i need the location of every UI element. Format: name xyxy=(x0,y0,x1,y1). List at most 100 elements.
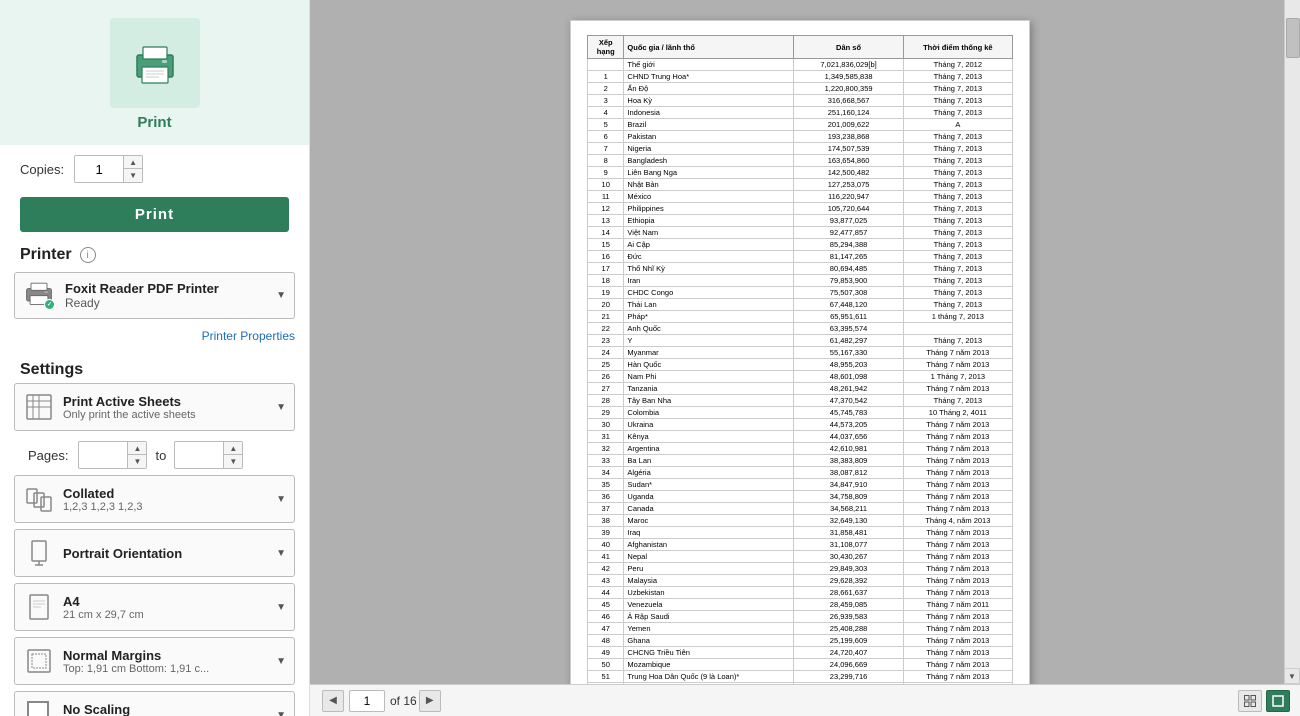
table-cell: Tháng 7, 2013 xyxy=(903,251,1012,263)
table-cell: 34,568,211 xyxy=(794,503,903,515)
print-title: Print xyxy=(137,114,171,131)
table-cell: CHCNG Triều Tiên xyxy=(624,647,794,659)
printer-status: Ready xyxy=(65,296,272,310)
table-cell: 26,939,583 xyxy=(794,611,903,623)
paper-size-text: A4 21 cm x 29,7 cm xyxy=(63,594,272,621)
table-cell: 1,220,800,359 xyxy=(794,83,903,95)
nav-next-button[interactable]: ▶ xyxy=(419,690,441,712)
nav-prev-button[interactable]: ◀ xyxy=(322,690,344,712)
pages-to-input[interactable] xyxy=(175,443,223,467)
table-cell: 79,853,900 xyxy=(794,275,903,287)
table-cell: 47,370,542 xyxy=(794,395,903,407)
nav-single-view-button[interactable] xyxy=(1266,690,1290,712)
table-cell: 142,500,482 xyxy=(794,167,903,179)
table-cell: Tháng 7, 2013 xyxy=(903,131,1012,143)
table-cell: CHND Trung Hoa* xyxy=(624,71,794,83)
table-cell: Tháng 7 năm 2013 xyxy=(903,479,1012,491)
table-cell: Uganda xyxy=(624,491,794,503)
nav-grid-view-button[interactable] xyxy=(1238,690,1262,712)
table-row: 42Peru29,849,303Tháng 7 năm 2013 xyxy=(588,563,1013,575)
table-cell: Bangladesh xyxy=(624,155,794,167)
printer-select-dropdown[interactable]: Foxit Reader PDF Printer Ready ▼ xyxy=(14,272,295,319)
table-cell: 81,147,265 xyxy=(794,251,903,263)
printer-name: Foxit Reader PDF Printer xyxy=(65,281,272,296)
table-row: 30Ukraina44,573,205Tháng 7 năm 2013 xyxy=(588,419,1013,431)
scrollbar-thumb[interactable] xyxy=(1286,18,1300,58)
table-cell: 42,610,981 xyxy=(794,443,903,455)
table-cell: 28,459,085 xyxy=(794,599,903,611)
paper-size-sub: 21 cm x 29,7 cm xyxy=(63,609,272,621)
table-cell: Indonesia xyxy=(624,107,794,119)
table-cell: 2 xyxy=(588,83,624,95)
setting-print-active-sheets[interactable]: Print Active Sheets Only print the activ… xyxy=(14,383,295,431)
print-button[interactable]: Print xyxy=(20,197,289,232)
printer-info-icon[interactable]: i xyxy=(80,247,96,263)
pages-to-spin-up[interactable]: ▲ xyxy=(224,442,242,455)
copies-spin-up[interactable]: ▲ xyxy=(124,156,142,169)
pages-from-spin-up[interactable]: ▲ xyxy=(128,442,146,455)
table-cell: 93,877,025 xyxy=(794,215,903,227)
copies-input[interactable] xyxy=(75,156,123,182)
settings-area: Print Active Sheets Only print the activ… xyxy=(0,383,309,716)
table-row: 14Việt Nam92,477,857Tháng 7, 2013 xyxy=(588,227,1013,239)
table-cell: 31 xyxy=(588,431,624,443)
table-cell: Ethiopia xyxy=(624,215,794,227)
table-cell: Việt Nam xyxy=(624,227,794,239)
table-cell: 43 xyxy=(588,575,624,587)
table-cell: Kênya xyxy=(624,431,794,443)
table-cell: CHDC Congo xyxy=(624,287,794,299)
collated-icon xyxy=(23,483,55,515)
table-cell: 50 xyxy=(588,659,624,671)
setting-paper-size[interactable]: A4 21 cm x 29,7 cm ▼ xyxy=(14,583,295,631)
pages-from-input[interactable] xyxy=(79,443,127,467)
copies-row: Copies: ▲ ▼ xyxy=(0,145,309,189)
setting-collated[interactable]: Collated 1,2,3 1,2,3 1,2,3 ▼ xyxy=(14,475,295,523)
table-cell: Brazil xyxy=(624,119,794,131)
table-cell: Tháng 7, 2013 xyxy=(903,227,1012,239)
table-cell: Hoa Kỳ xyxy=(624,95,794,107)
table-cell: Tháng 7 năm 2011 xyxy=(903,599,1012,611)
table-cell: Tháng 7, 2013 xyxy=(903,203,1012,215)
table-cell: 10 Tháng 2, 4011 xyxy=(903,407,1012,419)
table-cell: Nigeria xyxy=(624,143,794,155)
left-panel: Print Copies: ▲ ▼ Print Printer i xyxy=(0,0,310,716)
setting-portrait[interactable]: Portrait Orientation ▼ xyxy=(14,529,295,577)
setting-scaling[interactable]: 100 No Scaling Print sheets at their act… xyxy=(14,691,295,716)
nav-right-icons xyxy=(1238,690,1290,712)
table-cell: Tháng 7 năm 2013 xyxy=(903,419,1012,431)
table-row: 19CHDC Congo75,507,308Tháng 7, 2013 xyxy=(588,287,1013,299)
table-cell: 16 xyxy=(588,251,624,263)
table-cell: Tháng 7, 2013 xyxy=(903,239,1012,251)
table-cell: Tháng 7 năm 2013 xyxy=(903,455,1012,467)
scroll-arrow-bottom[interactable]: ▼ xyxy=(1284,668,1300,684)
right-scrollbar[interactable] xyxy=(1284,0,1300,684)
pages-to-spin-down[interactable]: ▼ xyxy=(224,455,242,468)
table-cell: Tháng 7 năm 2013 xyxy=(903,359,1012,371)
table-cell: 48,261,942 xyxy=(794,383,903,395)
table-cell: 46 xyxy=(588,611,624,623)
setting-margins[interactable]: Normal Margins Top: 1,91 cm Bottom: 1,91… xyxy=(14,637,295,685)
collated-main: Collated xyxy=(63,486,272,501)
table-cell: 24 xyxy=(588,347,624,359)
table-cell: 36 xyxy=(588,491,624,503)
no-scaling-page-rect xyxy=(27,701,49,716)
pages-from-spin-down[interactable]: ▼ xyxy=(128,455,146,468)
table-row: 12Philippines105,720,644Tháng 7, 2013 xyxy=(588,203,1013,215)
table-cell: 75,507,308 xyxy=(794,287,903,299)
table-cell: Tháng 7, 2013 xyxy=(903,215,1012,227)
preview-area: Xếp hạng Quốc gia / lãnh thổ Dân số Thời… xyxy=(310,0,1300,684)
table-cell: 48 xyxy=(588,635,624,647)
page-number-input[interactable] xyxy=(349,690,385,712)
table-cell: Nam Phi xyxy=(624,371,794,383)
collated-sub: 1,2,3 1,2,3 1,2,3 xyxy=(63,501,272,513)
table-cell: 51 xyxy=(588,671,624,683)
table-row: 28Tây Ban Nha47,370,542Tháng 7, 2013 xyxy=(588,395,1013,407)
table-cell: Tanzania xyxy=(624,383,794,395)
table-cell: 25,408,288 xyxy=(794,623,903,635)
table-cell: 25,199,609 xyxy=(794,635,903,647)
copies-spin-down[interactable]: ▼ xyxy=(124,169,142,182)
portrait-main: Portrait Orientation xyxy=(63,546,272,561)
table-cell: Iran xyxy=(624,275,794,287)
printer-properties-link[interactable]: Printer Properties xyxy=(202,329,295,343)
table-row: 22Anh Quốc63,395,574 xyxy=(588,323,1013,335)
